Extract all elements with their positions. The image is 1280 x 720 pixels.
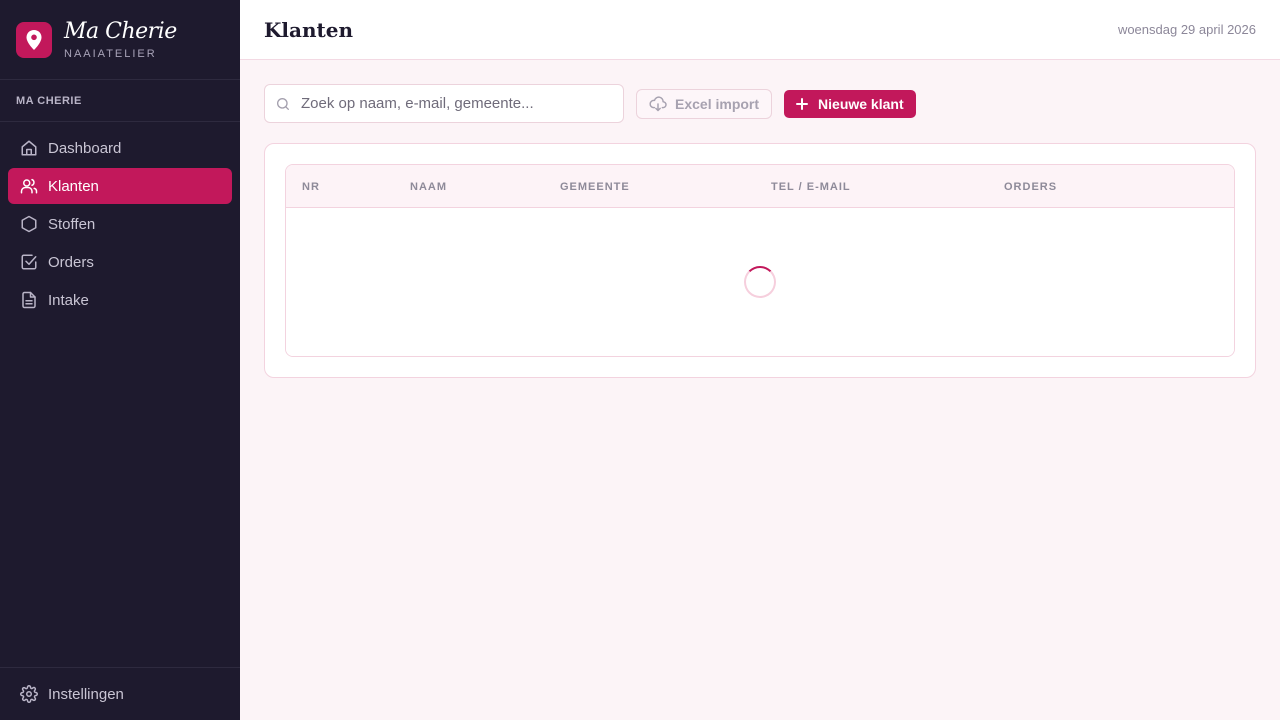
home-icon xyxy=(20,139,38,157)
brand-subtitle: NAAIATELIER xyxy=(64,47,157,60)
sidebar-item-stoffen[interactable]: Stoffen xyxy=(8,206,232,242)
sidebar-item-label: Orders xyxy=(48,253,94,271)
brand: Ma Cherie NAAIATELIER xyxy=(0,0,240,80)
new-client-button[interactable]: Nieuwe klant xyxy=(784,89,916,118)
settings-link[interactable]: Instellingen xyxy=(0,667,240,720)
column-header-gemeente[interactable]: GEMEENTE xyxy=(560,165,630,208)
search-input[interactable] xyxy=(301,95,601,112)
sidebar-section-label: MA CHERIE xyxy=(0,80,240,122)
settings-label: Instellingen xyxy=(48,685,124,703)
excel-import-label: Excel import xyxy=(675,95,760,112)
table-body xyxy=(286,208,1234,356)
gear-icon xyxy=(20,685,38,703)
plus-icon xyxy=(796,97,809,110)
file-text-icon xyxy=(20,291,38,309)
sidebar-item-label: Stoffen xyxy=(48,215,96,233)
toolbar: Excel import Nieuwe klant xyxy=(264,84,916,123)
loading-spinner xyxy=(744,266,776,298)
brand-name: Ma Cherie xyxy=(64,18,177,44)
hexagon-icon xyxy=(20,215,38,233)
clients-table: NR NAAM GEMEENTE TEL / E-MAIL ORDERS xyxy=(285,164,1235,357)
sidebar-item-dashboard[interactable]: Dashboard xyxy=(8,130,232,166)
column-header-contact[interactable]: TEL / E-MAIL xyxy=(771,165,851,208)
sidebar-item-label: Klanten xyxy=(48,177,99,195)
page-title: Klanten xyxy=(264,17,353,42)
sidebar-item-intake[interactable]: Intake xyxy=(8,282,232,318)
excel-import-button[interactable]: Excel import xyxy=(636,88,773,119)
search-box xyxy=(264,84,624,123)
table-header: NR NAAM GEMEENTE TEL / E-MAIL ORDERS xyxy=(286,165,1234,208)
cloud-download-icon xyxy=(649,95,667,112)
location-pin-icon xyxy=(16,21,52,58)
current-date: woensdag 29 april 2026 xyxy=(1117,22,1256,37)
column-header-orders[interactable]: ORDERS xyxy=(1004,165,1057,208)
sidebar-item-label: Dashboard xyxy=(48,139,122,157)
sidebar: Ma Cherie NAAIATELIER MA CHERIE Dashboar… xyxy=(0,0,240,720)
sidebar-item-klanten[interactable]: Klanten xyxy=(8,168,232,204)
clients-card: NR NAAM GEMEENTE TEL / E-MAIL ORDERS xyxy=(264,143,1256,378)
sidebar-nav: Dashboard Klanten Stoffen Orders Intake xyxy=(0,122,240,318)
top-header: Klanten woensdag 29 april 2026 xyxy=(240,0,1280,60)
sidebar-item-orders[interactable]: Orders xyxy=(8,244,232,280)
new-client-label: Nieuwe klant xyxy=(818,95,904,112)
column-header-nr[interactable]: NR xyxy=(302,165,320,208)
check-square-icon xyxy=(20,253,38,271)
column-header-naam[interactable]: NAAM xyxy=(410,165,447,208)
sidebar-item-label: Intake xyxy=(48,291,89,309)
search-icon xyxy=(275,96,291,112)
users-icon xyxy=(20,177,38,195)
